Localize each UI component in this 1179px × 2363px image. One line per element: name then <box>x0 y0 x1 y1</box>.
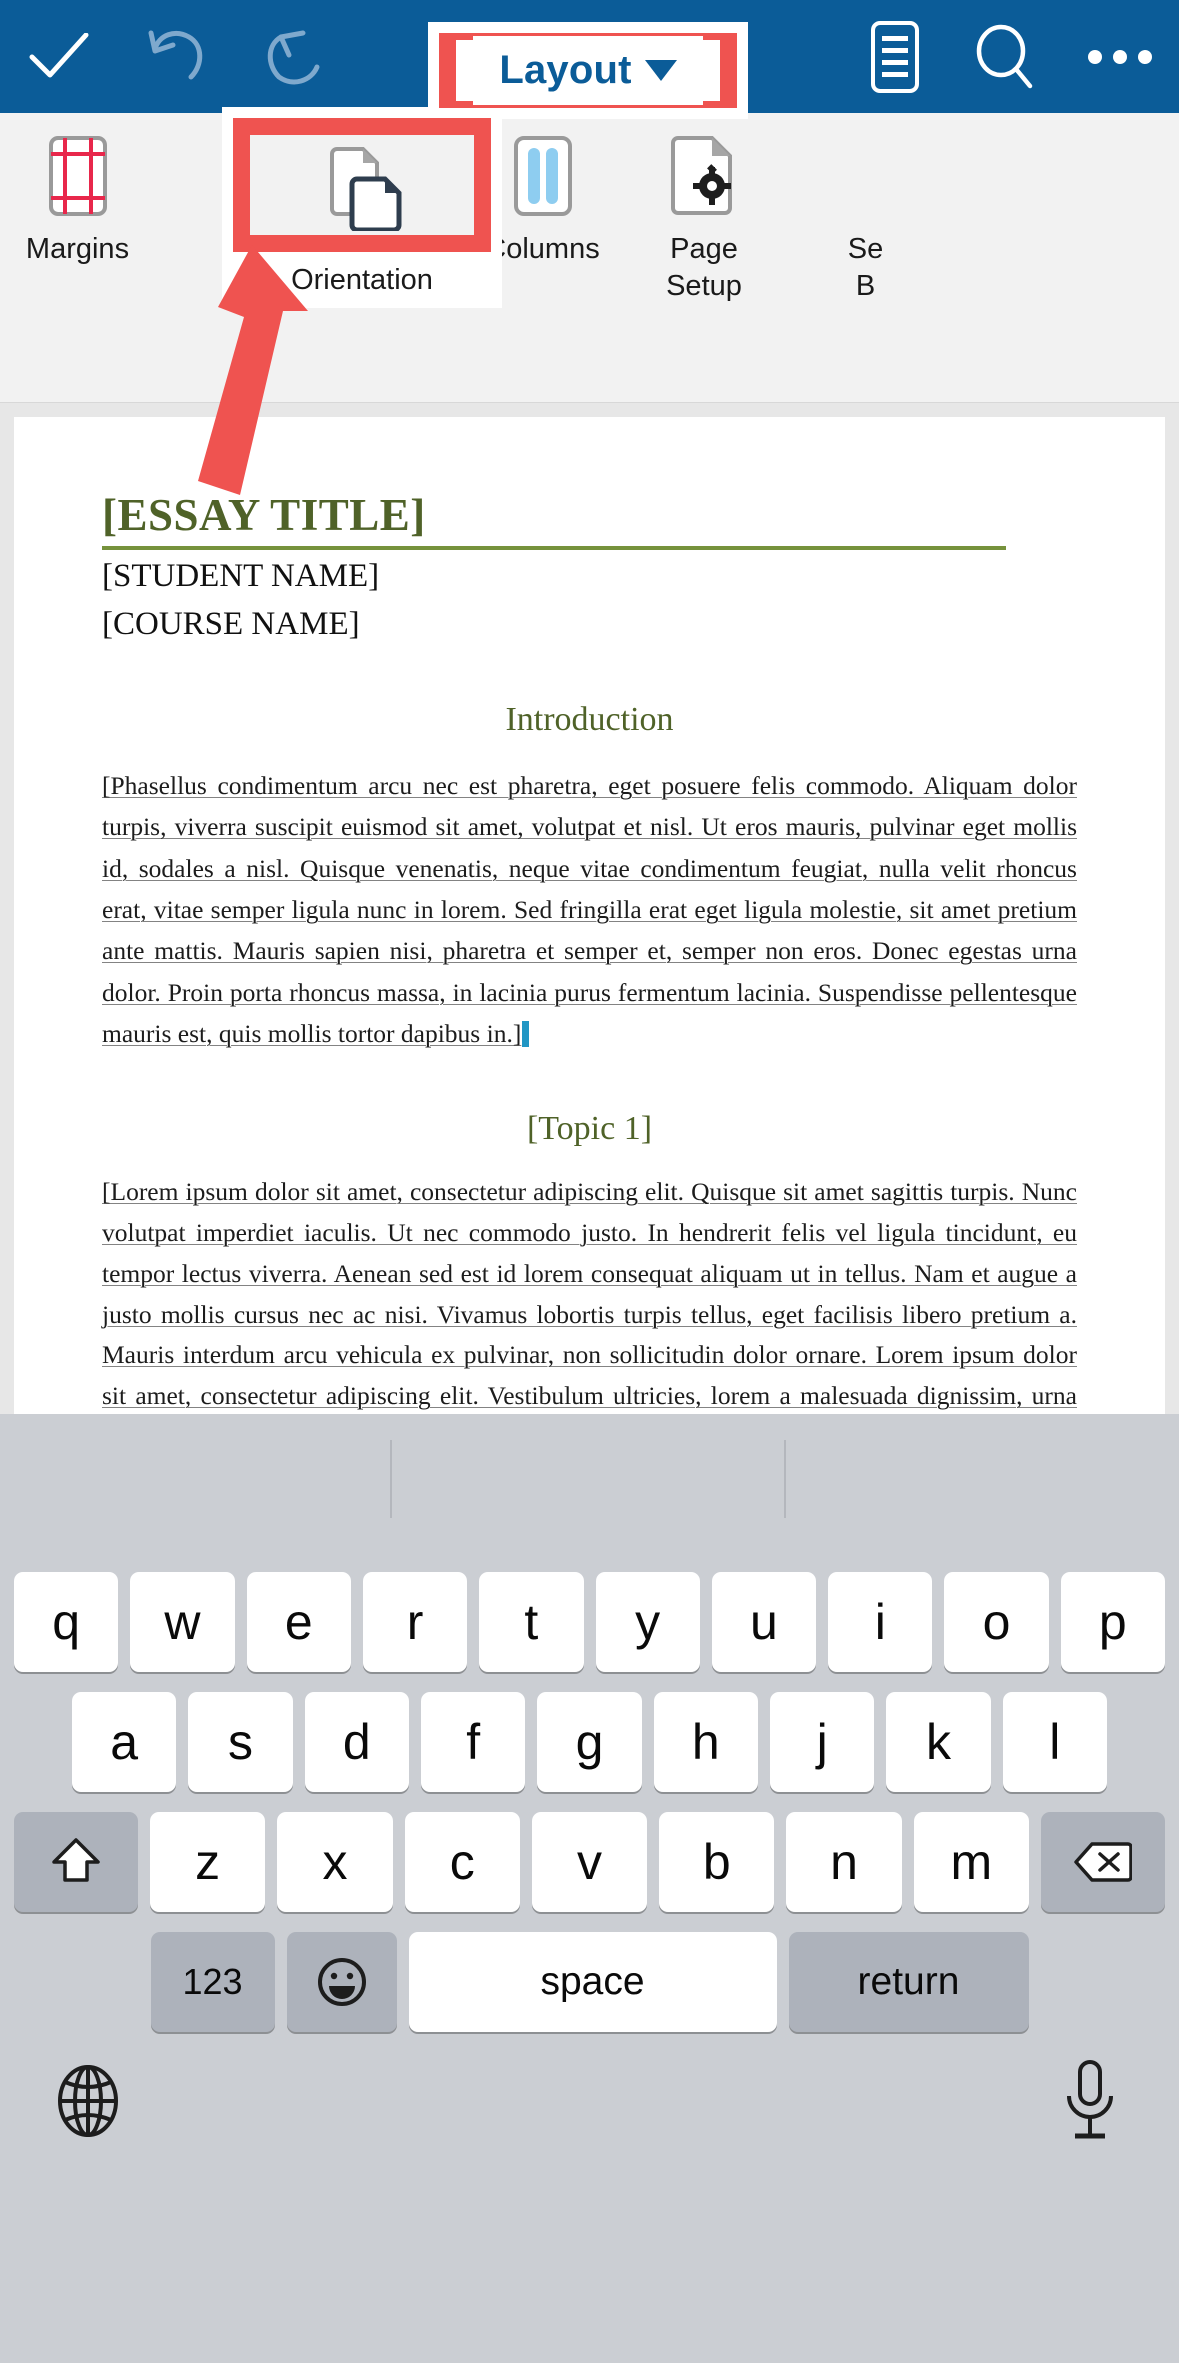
ribbon-label-margins: Margins <box>25 233 130 265</box>
key-v[interactable]: v <box>531 1812 648 1912</box>
emoji-smiley-icon <box>317 1958 366 2006</box>
shift-up-arrow-icon <box>52 1838 100 1882</box>
key-g[interactable]: g <box>537 1692 642 1792</box>
key-i[interactable]: i <box>828 1572 933 1672</box>
margins-icon <box>47 135 109 217</box>
predictive-divider-2 <box>784 1440 786 1518</box>
key-w[interactable]: w <box>130 1572 235 1672</box>
section-heading-introduction: Introduction <box>505 701 674 739</box>
layout-tab-inner: Layout <box>473 36 703 105</box>
keyboard-row-1: q w e r t y u i o p <box>0 1572 1179 1672</box>
key-d[interactable]: d <box>304 1692 409 1792</box>
orientation-button[interactable] <box>250 135 474 235</box>
ribbon-item-margins[interactable]: Margins <box>0 113 155 268</box>
key-b[interactable]: b <box>659 1812 775 1912</box>
ribbon-item-section-break[interactable]: Se B <box>788 113 943 305</box>
redo-button[interactable] <box>236 27 354 87</box>
document-view-icon <box>871 20 919 93</box>
key-a[interactable]: a <box>72 1692 177 1792</box>
key-e[interactable]: e <box>246 1572 351 1672</box>
ribbon-label-columns: Columns <box>485 233 600 265</box>
page-setup-icon <box>666 135 742 217</box>
text-cursor <box>522 1020 530 1047</box>
shift-key[interactable] <box>14 1812 139 1912</box>
onscreen-keyboard: q w e r t y u i o p a s d f g h j k l z … <box>0 1414 1179 2363</box>
document-page[interactable]: [ESSAY TITLE] [STUDENT NAME] [COURSE NAM… <box>14 417 1165 1414</box>
document-view-button[interactable] <box>841 20 949 94</box>
section-break-line1: Se <box>847 233 884 265</box>
key-z[interactable]: z <box>150 1812 266 1912</box>
key-f[interactable]: f <box>421 1692 526 1792</box>
title-underline-rule <box>102 546 1006 550</box>
page-setup-line2: Setup <box>666 270 742 303</box>
essay-title: [ESSAY TITLE] <box>102 490 426 540</box>
undo-button[interactable] <box>118 27 236 87</box>
section-break-line2: B <box>855 270 876 303</box>
key-p[interactable]: p <box>1060 1572 1165 1672</box>
globe-key[interactable] <box>52 2064 124 2143</box>
predictive-text-bar[interactable] <box>0 1414 1179 1544</box>
dictation-key[interactable] <box>1059 2058 1121 2149</box>
microphone-dictation-icon <box>1067 2060 1113 2139</box>
undo-arrow-icon <box>148 30 203 79</box>
key-s[interactable]: s <box>188 1692 293 1792</box>
key-y[interactable]: y <box>595 1572 700 1672</box>
chevron-down-icon <box>644 60 677 81</box>
keyboard-row-4: 123 space return <box>0 1932 1179 2032</box>
section-body-introduction[interactable]: [Phasellus condimentum arcu nec est phar… <box>102 765 1077 1054</box>
intro-body-text: [Phasellus condimentum arcu nec est phar… <box>102 771 1077 1048</box>
key-l[interactable]: l <box>1002 1692 1107 1792</box>
page-setup-line1: Page <box>670 233 738 265</box>
ribbon-label-section-break: Se B <box>848 231 883 305</box>
globe-language-icon <box>58 2065 118 2137</box>
key-j[interactable]: j <box>769 1692 875 1792</box>
section-body-topic1[interactable]: [Lorem ipsum dolor sit amet, consectetur… <box>102 1172 1077 1414</box>
more-options-button[interactable] <box>1061 47 1179 67</box>
predictive-divider-1 <box>390 1440 392 1518</box>
section-heading-topic1: [Topic 1] <box>526 1110 653 1148</box>
layout-ribbon: Margins Size <box>0 113 1179 403</box>
ellipsis-icon <box>1088 49 1152 64</box>
key-o[interactable]: o <box>944 1572 1049 1672</box>
key-x[interactable]: x <box>277 1812 393 1912</box>
layout-tab-button[interactable]: Layout <box>456 36 720 105</box>
search-icon <box>976 24 1033 88</box>
key-h[interactable]: h <box>653 1692 758 1792</box>
backspace-delete-icon <box>1074 1842 1132 1882</box>
ribbon-item-page-setup[interactable]: Page Setup <box>620 113 788 305</box>
keyboard-bottom-bar <box>0 2032 1179 2182</box>
keyboard-row-3: z x c v b n m <box>0 1812 1179 1912</box>
course-name: [COURSE NAME] <box>102 605 360 642</box>
keyboard-row-2: a s d f g h j k l <box>0 1692 1179 1792</box>
key-t[interactable]: t <box>479 1572 584 1672</box>
layout-tab-label: Layout <box>499 48 632 92</box>
space-key[interactable]: space <box>408 1932 777 2032</box>
orientation-icon <box>330 147 402 231</box>
student-name: [STUDENT NAME] <box>102 558 380 594</box>
key-r[interactable]: r <box>362 1572 468 1672</box>
checkmark-icon <box>29 32 89 77</box>
done-checkmark-button[interactable] <box>0 32 118 81</box>
columns-icon <box>512 135 574 217</box>
phone-screen: Margins Size <box>0 0 1179 2363</box>
redo-arrow-icon <box>267 30 320 84</box>
search-button[interactable] <box>949 24 1061 90</box>
ribbon-label-orientation: Orientation <box>291 264 433 296</box>
key-u[interactable]: u <box>711 1572 817 1672</box>
ribbon-label-page-setup: Page Setup <box>666 231 742 305</box>
key-q[interactable]: q <box>14 1572 119 1672</box>
key-m[interactable]: m <box>913 1812 1029 1912</box>
orientation-label-wrap: Orientation <box>222 262 502 308</box>
key-n[interactable]: n <box>786 1812 902 1912</box>
key-c[interactable]: c <box>404 1812 520 1912</box>
emoji-key[interactable] <box>286 1932 397 2032</box>
numbers-key[interactable]: 123 <box>150 1932 275 2032</box>
return-key[interactable]: return <box>788 1932 1029 2032</box>
document-scroll-area[interactable]: [ESSAY TITLE] [STUDENT NAME] [COURSE NAM… <box>0 403 1179 1414</box>
key-k[interactable]: k <box>886 1692 991 1792</box>
backspace-key[interactable] <box>1040 1812 1165 1912</box>
